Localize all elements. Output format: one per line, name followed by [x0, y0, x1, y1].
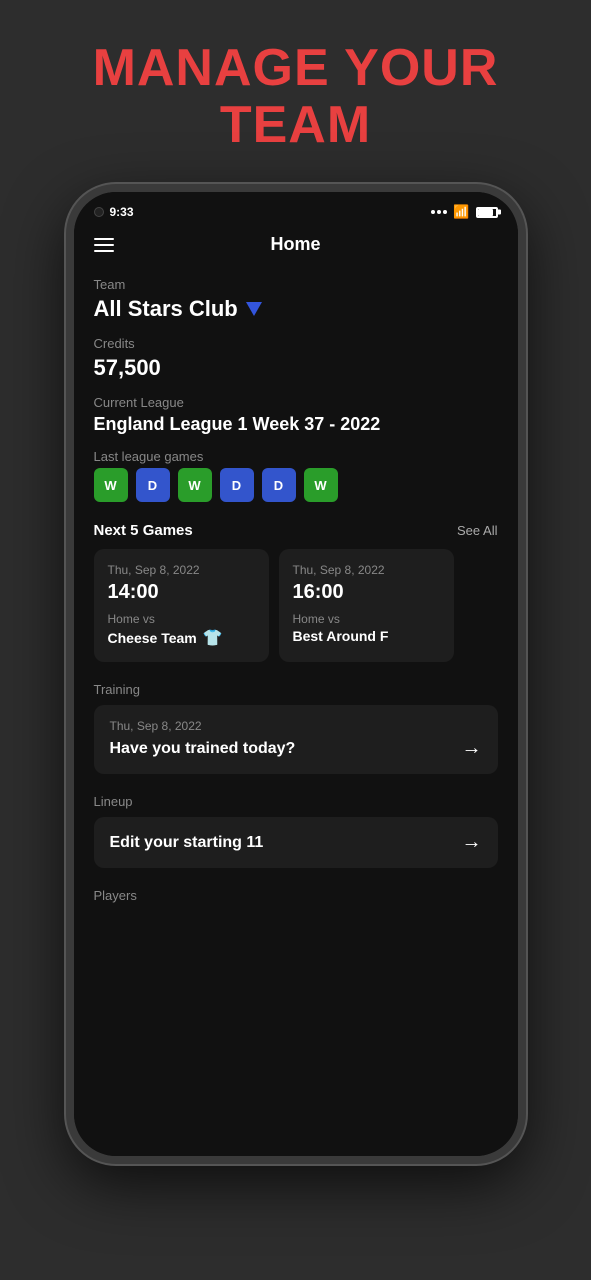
status-left: 9:33: [94, 205, 134, 219]
status-time: 9:33: [110, 205, 134, 219]
last-games-label: Last league games: [94, 449, 498, 464]
nav-title: Home: [270, 234, 320, 255]
league-name: England League 1 Week 37 - 2022: [94, 414, 498, 435]
team-name: All Stars Club: [94, 296, 238, 322]
camera-dot: [94, 207, 104, 217]
lineup-title: Edit your starting 11: [110, 834, 264, 852]
game-2-opponent-row: Best Around F: [293, 628, 440, 644]
lineup-card[interactable]: Edit your starting 11 →: [94, 817, 498, 868]
team-name-row: All Stars Club: [94, 296, 498, 322]
shirt-icon: 👕: [203, 628, 223, 648]
game-card-1[interactable]: Thu, Sep 8, 2022 14:00 Home vs Cheese Te…: [94, 549, 269, 662]
hamburger-line-1: [94, 238, 114, 240]
result-badge-6: W: [304, 468, 338, 502]
lineup-label: Lineup: [94, 794, 498, 809]
result-badge-4: D: [220, 468, 254, 502]
page-header: MANAGE YOUR TEAM: [93, 40, 499, 184]
league-section: Current League England League 1 Week 37 …: [94, 395, 498, 435]
status-right: 📶: [431, 204, 497, 220]
wifi-icon: 📶: [453, 204, 469, 220]
lineup-arrow-icon: →: [462, 831, 482, 854]
hamburger-button[interactable]: [94, 238, 114, 252]
game-1-time: 14:00: [108, 581, 255, 604]
training-arrow-icon: →: [462, 737, 482, 760]
game-1-vs: Home vs: [108, 612, 255, 626]
game-2-date: Thu, Sep 8, 2022: [293, 563, 440, 577]
players-label: Players: [94, 888, 498, 903]
league-label: Current League: [94, 395, 498, 410]
game-2-vs: Home vs: [293, 612, 440, 626]
status-bar: 9:33 📶: [74, 192, 518, 226]
phone-frame: 9:33 📶 Home: [66, 184, 526, 1164]
lineup-section: Lineup Edit your starting 11 →: [94, 794, 498, 868]
team-badge-icon: [246, 302, 262, 316]
game-1-date: Thu, Sep 8, 2022: [108, 563, 255, 577]
training-card[interactable]: Thu, Sep 8, 2022 Have you trained today?…: [94, 705, 498, 774]
result-badge-2: D: [136, 468, 170, 502]
games-scroll: Thu, Sep 8, 2022 14:00 Home vs Cheese Te…: [94, 549, 498, 662]
last-games-section: Last league games W D W D D W: [94, 449, 498, 502]
training-prompt: Have you trained today?: [110, 740, 296, 758]
game-2-opponent: Best Around F: [293, 628, 389, 644]
training-label: Training: [94, 682, 498, 697]
training-section: Training Thu, Sep 8, 2022 Have you train…: [94, 682, 498, 774]
team-label: Team: [94, 277, 498, 292]
next-games-header: Next 5 Games See All: [94, 522, 498, 539]
game-2-time: 16:00: [293, 581, 440, 604]
game-1-opponent-row: Cheese Team 👕: [108, 628, 255, 648]
game-1-opponent: Cheese Team: [108, 630, 197, 646]
training-card-row: Have you trained today? →: [110, 737, 482, 760]
credits-label: Credits: [94, 336, 498, 351]
credits-section: Credits 57,500: [94, 336, 498, 381]
next-games-title: Next 5 Games: [94, 522, 193, 539]
result-badge-3: W: [178, 468, 212, 502]
hamburger-line-2: [94, 244, 114, 246]
page-title: MANAGE YOUR TEAM: [93, 40, 499, 154]
results-row: W D W D D W: [94, 468, 498, 502]
next-games-section: Next 5 Games See All Thu, Sep 8, 2022 14…: [94, 522, 498, 662]
see-all-button[interactable]: See All: [457, 523, 497, 538]
result-badge-1: W: [94, 468, 128, 502]
result-badge-5: D: [262, 468, 296, 502]
hamburger-line-3: [94, 250, 114, 252]
phone-screen: 9:33 📶 Home: [74, 192, 518, 1156]
content-area: Team All Stars Club Credits 57,500 Curre…: [74, 267, 518, 1156]
team-section: Team All Stars Club: [94, 277, 498, 322]
training-date: Thu, Sep 8, 2022: [110, 719, 482, 733]
credits-value: 57,500: [94, 355, 498, 381]
top-nav: Home: [74, 226, 518, 267]
battery-icon: [476, 207, 498, 218]
signal-icon: [431, 210, 447, 214]
game-card-2[interactable]: Thu, Sep 8, 2022 16:00 Home vs Best Arou…: [279, 549, 454, 662]
